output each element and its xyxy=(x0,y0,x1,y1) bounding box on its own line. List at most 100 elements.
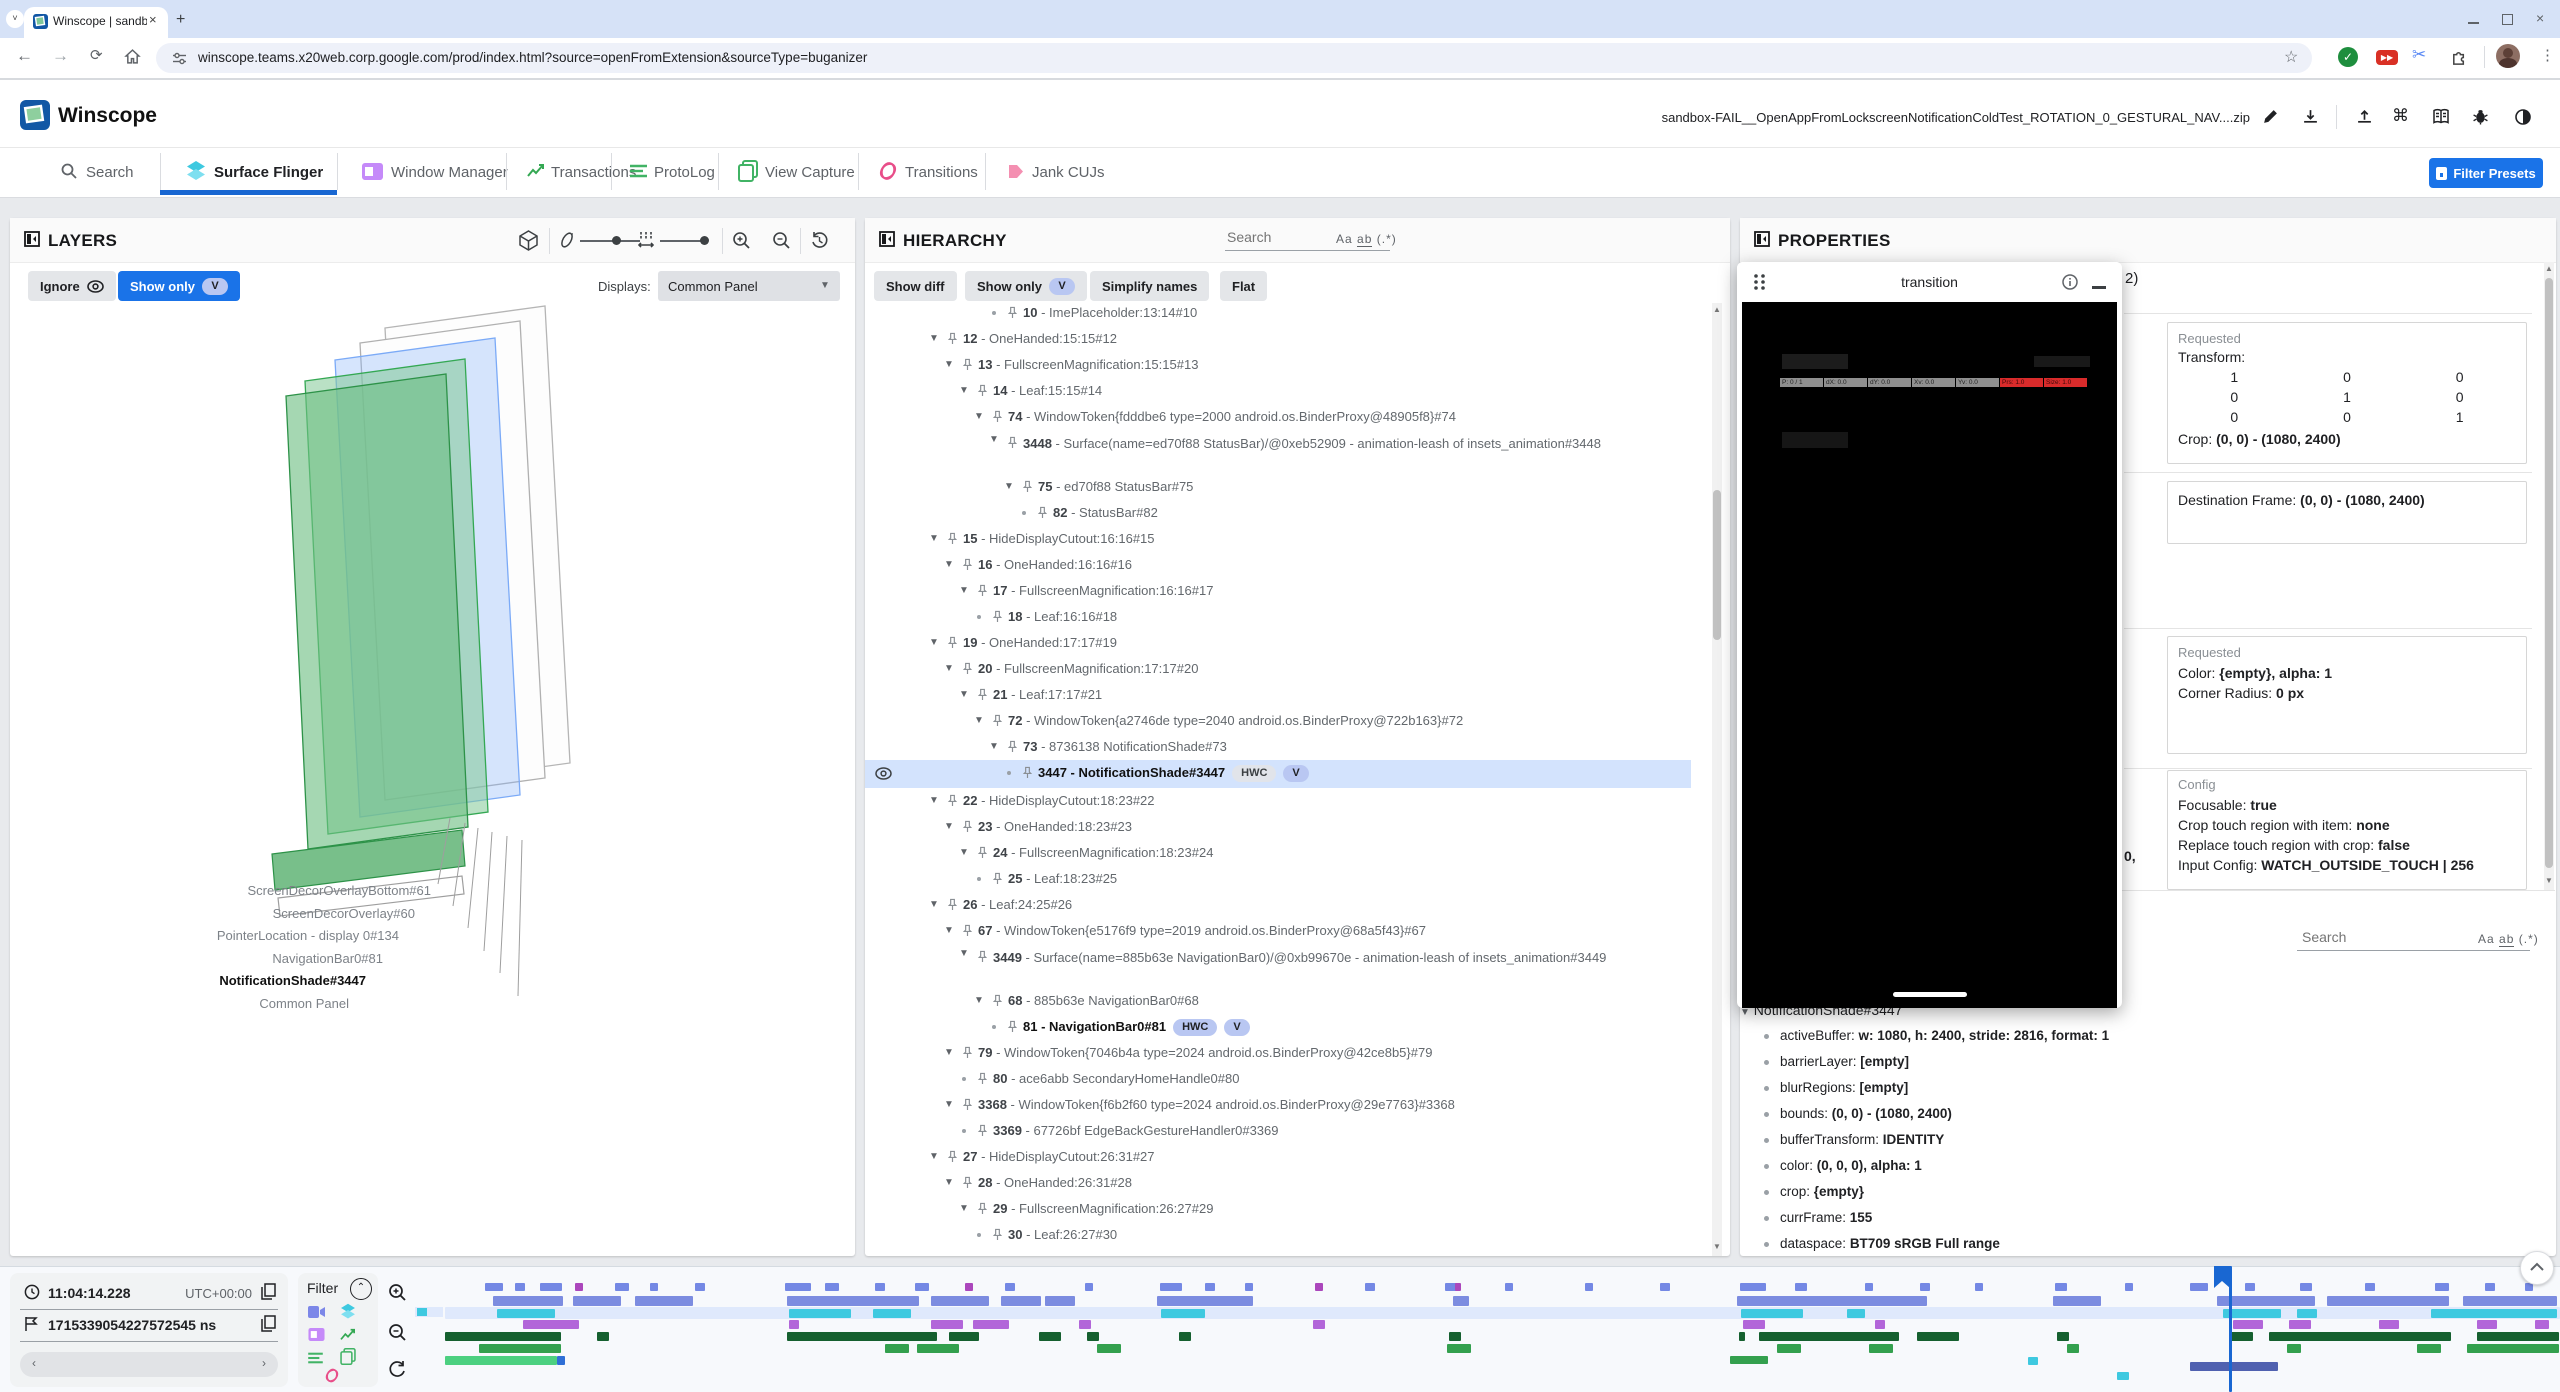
protolog-segment[interactable] xyxy=(2467,1344,2559,1353)
tree-row[interactable]: ▼21 - Leaf:17:17#21 xyxy=(865,682,1691,708)
tab-close-icon[interactable]: × xyxy=(149,12,157,27)
extension-scissors-icon[interactable]: ✂ xyxy=(2412,45,2426,65)
tree-row[interactable]: ▼26 - Leaf:24:25#26 xyxy=(865,892,1691,918)
trace-segment[interactable] xyxy=(2028,1357,2038,1365)
window-manager-filter-icon[interactable] xyxy=(308,1328,325,1341)
tree-row[interactable]: ▼17 - FullscreenMagnification:16:16#17 xyxy=(865,578,1691,604)
tree-row[interactable]: ▼15 - HideDisplayCutout:16:16#15 xyxy=(865,526,1691,552)
screenshot-window[interactable]: transition P: 0 / 1dX: 0.0dY: 0.0Xv: 0.0… xyxy=(1737,262,2122,1008)
protolog-segment[interactable] xyxy=(2417,1344,2441,1353)
overview-tick[interactable] xyxy=(485,1283,503,1291)
surface-flinger-segment[interactable] xyxy=(1741,1309,1803,1318)
chevron-down-icon[interactable]: ▼ xyxy=(987,430,1001,449)
window-minimize-icon[interactable] xyxy=(2468,22,2479,24)
tree-row[interactable]: 82 - StatusBar#82 xyxy=(865,500,1691,526)
overview-tick[interactable] xyxy=(615,1283,629,1291)
screen-recording-segment[interactable] xyxy=(2327,1296,2449,1306)
extensions-puzzle-icon[interactable] xyxy=(2450,47,2469,66)
panel-collapse-icon[interactable] xyxy=(1754,231,1770,247)
new-tab-button[interactable]: + xyxy=(176,11,185,29)
transactions-segment[interactable] xyxy=(1179,1332,1191,1341)
tree-row[interactable]: ▼68 - 885b63e NavigationBar0#68 xyxy=(865,988,1691,1014)
tab-protolog[interactable]: ProtoLog xyxy=(654,164,715,181)
transactions-segment[interactable] xyxy=(2057,1332,2069,1341)
transactions-segment[interactable] xyxy=(787,1332,937,1341)
copy-icon[interactable] xyxy=(261,1315,276,1332)
scroll-down-icon[interactable]: ▼ xyxy=(2544,876,2554,885)
overview-tick[interactable] xyxy=(1315,1283,1323,1291)
flat-toggle[interactable]: Flat xyxy=(1220,271,1267,301)
tree-row[interactable]: ▼72 - WindowToken{a2746de type=2040 andr… xyxy=(865,708,1691,734)
chevron-down-icon[interactable]: ▼ xyxy=(927,630,941,656)
overview-tick[interactable] xyxy=(1865,1283,1873,1291)
upload-icon[interactable] xyxy=(2356,108,2373,125)
transactions-segment[interactable] xyxy=(1759,1332,1899,1341)
transactions-segment[interactable] xyxy=(949,1332,979,1341)
filter-collapse-button[interactable]: ⌃ xyxy=(350,1278,372,1300)
screen-recording-segment[interactable] xyxy=(2463,1296,2557,1306)
window-manager-segment[interactable] xyxy=(973,1320,1009,1329)
overview-tick[interactable] xyxy=(1660,1283,1670,1291)
tree-row[interactable]: ▼27 - HideDisplayCutout:26:31#27 xyxy=(865,1144,1691,1170)
transactions-segment[interactable] xyxy=(2269,1332,2451,1341)
transitions-filter-icon[interactable] xyxy=(324,1367,340,1384)
hierarchy-scrollbar[interactable] xyxy=(1712,303,1722,1256)
screen-recording-segment[interactable] xyxy=(1453,1296,1469,1306)
docs-book-icon[interactable] xyxy=(2432,108,2450,125)
tree-row[interactable]: ▼13 - FullscreenMagnification:15:15#13 xyxy=(865,352,1691,378)
protolog-segment[interactable] xyxy=(1097,1344,1121,1353)
surface-flinger-segment[interactable] xyxy=(497,1309,555,1318)
screen-recording-segment[interactable] xyxy=(1001,1296,1041,1306)
surface-flinger-segment[interactable] xyxy=(2431,1309,2557,1318)
simplify-names-toggle[interactable]: Simplify names xyxy=(1090,271,1209,301)
overview-tick[interactable] xyxy=(515,1283,525,1291)
chevron-down-icon[interactable]: ▼ xyxy=(957,1196,971,1222)
tab-search-button[interactable]: ˅ xyxy=(6,10,24,28)
properties-search-input[interactable] xyxy=(2300,928,2454,946)
window-manager-segment[interactable] xyxy=(1313,1320,1325,1329)
protolog-segment[interactable] xyxy=(1447,1344,1471,1353)
chevron-down-icon[interactable]: ▼ xyxy=(942,656,956,682)
transactions-segment[interactable] xyxy=(1917,1332,1959,1341)
copy-icon[interactable] xyxy=(261,1283,276,1300)
overview-tick[interactable] xyxy=(875,1283,885,1291)
bookmark-star-icon[interactable]: ☆ xyxy=(2284,47,2298,67)
browser-menu-kebab-icon[interactable]: ⋮ xyxy=(2540,46,2555,64)
transactions-filter-icon[interactable] xyxy=(340,1328,356,1342)
screen-recording-segment[interactable] xyxy=(573,1296,621,1306)
screen-recording-segment[interactable] xyxy=(2217,1296,2315,1306)
panel-collapse-icon[interactable] xyxy=(879,231,895,247)
transactions-segment[interactable] xyxy=(2231,1332,2253,1341)
chevron-down-icon[interactable]: ▼ xyxy=(942,1040,956,1066)
screenshot-window-titlebar[interactable]: transition xyxy=(1737,262,2122,302)
bug-report-icon[interactable] xyxy=(2472,108,2489,125)
transactions-segment[interactable] xyxy=(1039,1332,1061,1341)
overview-tick[interactable] xyxy=(1160,1283,1182,1291)
chevron-down-icon[interactable]: ▼ xyxy=(987,734,1001,760)
chevron-down-icon[interactable]: ▼ xyxy=(927,526,941,552)
tree-row[interactable]: ▼14 - Leaf:15:15#14 xyxy=(865,378,1691,404)
cursor-bookmark-icon[interactable] xyxy=(2214,1266,2231,1288)
transactions-segment[interactable] xyxy=(597,1332,609,1341)
surface-flinger-segment[interactable] xyxy=(2223,1309,2281,1318)
tree-row[interactable]: 3369 - 67726bf EdgeBackGestureHandler0#3… xyxy=(865,1118,1691,1144)
window-manager-segment[interactable] xyxy=(931,1320,963,1329)
url-text[interactable]: winscope.teams.x20web.corp.google.com/pr… xyxy=(198,50,867,65)
overview-tick[interactable] xyxy=(2190,1283,2208,1291)
trace-segment[interactable] xyxy=(2117,1372,2129,1380)
reload-icon[interactable]: ⟳ xyxy=(90,46,103,64)
timeline-reset-zoom-icon[interactable] xyxy=(388,1360,407,1379)
dark-mode-toggle-icon[interactable] xyxy=(2514,108,2532,126)
window-maximize-icon[interactable] xyxy=(2502,14,2513,25)
overview-tick[interactable] xyxy=(1205,1283,1215,1291)
tab-window-manager[interactable]: Window Manager xyxy=(391,164,508,181)
tab-jank-cujs[interactable]: Jank CUJs xyxy=(1032,164,1105,181)
tree-row[interactable]: 10 - ImePlaceholder:13:14#10 xyxy=(865,300,1691,326)
tree-row[interactable]: ▼3368 - WindowToken{f6b2f60 type=2024 an… xyxy=(865,1092,1691,1118)
chevron-down-icon[interactable]: ▼ xyxy=(942,552,956,578)
overview-tick[interactable] xyxy=(2055,1283,2067,1291)
timeline-zoom-in-icon[interactable] xyxy=(388,1283,407,1302)
surface-flinger-segment[interactable] xyxy=(2297,1309,2317,1318)
chevron-down-icon[interactable]: ▼ xyxy=(972,708,986,734)
surface-flinger-filter-icon[interactable] xyxy=(340,1303,356,1320)
